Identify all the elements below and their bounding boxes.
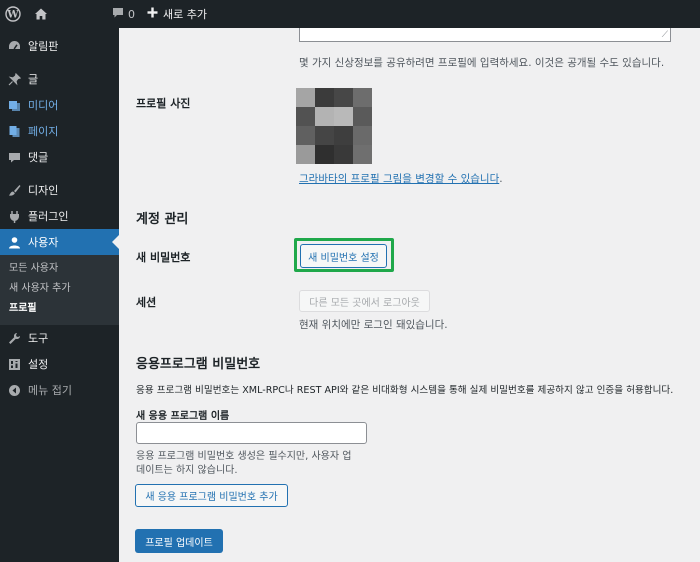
account-management-heading: 계정 관리 bbox=[136, 212, 189, 227]
avatar-pixel bbox=[315, 126, 334, 145]
menu-media[interactable]: 미디어 bbox=[0, 92, 119, 118]
new-content-label: 새로 추가 bbox=[163, 8, 207, 21]
menu-dashboard[interactable]: 알림판 bbox=[0, 33, 119, 59]
comments-link[interactable]: 0 bbox=[112, 0, 135, 28]
avatar-pixel bbox=[296, 88, 315, 107]
avatar-pixel bbox=[334, 126, 353, 145]
menu-users[interactable]: 사용자 bbox=[0, 229, 119, 255]
avatar bbox=[296, 88, 372, 164]
comment-icon bbox=[7, 150, 21, 164]
biographical-info-textarea[interactable]: ⟋ bbox=[299, 28, 671, 42]
profile-photo-label: 프로필 사진 bbox=[136, 97, 191, 110]
svg-text:W: W bbox=[6, 10, 19, 21]
plugin-icon bbox=[7, 209, 21, 223]
set-new-password-button[interactable]: 새 비밀번호 설정 bbox=[300, 244, 387, 268]
avatar-pixel bbox=[353, 88, 372, 107]
gravatar-link[interactable]: 그라바타의 프로필 그림을 변경할 수 있습니다 bbox=[299, 173, 499, 185]
menu-appearance[interactable]: 디자인 bbox=[0, 177, 119, 203]
new-content-link[interactable]: 새로 추가 bbox=[147, 0, 207, 28]
menu-label: 알림판 bbox=[28, 40, 59, 53]
collapse-icon bbox=[7, 383, 21, 397]
application-help-line-1: 응용 프로그램 비밀번호 생성은 필수지만, 사용자 업 bbox=[136, 451, 352, 462]
brush-icon bbox=[7, 183, 21, 197]
avatar-pixel bbox=[334, 145, 353, 164]
resize-grip-icon[interactable]: ⟋ bbox=[662, 31, 668, 40]
add-application-password-button[interactable]: 새 응용 프로그램 비밀번호 추가 bbox=[135, 484, 288, 507]
menu-label: 설정 bbox=[28, 358, 49, 371]
application-passwords-description: 응용 프로그램 비밀번호는 XML-RPC나 REST API와 같은 비대화형… bbox=[136, 385, 674, 396]
avatar-pixel bbox=[315, 145, 334, 164]
menu-collapse[interactable]: 메뉴 접기 bbox=[0, 377, 119, 403]
media-icon bbox=[7, 98, 21, 112]
submenu-add-new-user[interactable]: 새 사용자 추가 bbox=[0, 279, 119, 299]
page-icon bbox=[7, 124, 21, 138]
application-help-line-2: 데이트는 하지 않습니다. bbox=[136, 465, 238, 476]
menu-label: 페이지 bbox=[28, 125, 59, 138]
comment-bubble-icon bbox=[112, 7, 124, 22]
avatar-pixel bbox=[353, 145, 372, 164]
dashboard-icon bbox=[7, 39, 21, 53]
user-icon bbox=[7, 235, 21, 249]
settings-icon bbox=[7, 357, 21, 371]
admin-bar: W 0 새로 추가 bbox=[0, 0, 700, 28]
gravatar-suffix: . bbox=[499, 173, 503, 185]
menu-posts[interactable]: 글 bbox=[0, 66, 119, 92]
new-password-label: 새 비밀번호 bbox=[136, 251, 191, 264]
menu-label: 메뉴 접기 bbox=[28, 384, 72, 397]
avatar-pixel bbox=[353, 107, 372, 126]
menu-plugins[interactable]: 플러그인 bbox=[0, 203, 119, 229]
avatar-pixel bbox=[334, 107, 353, 126]
avatar-pixel bbox=[296, 107, 315, 126]
wrench-icon bbox=[7, 331, 21, 345]
submenu-all-users[interactable]: 모든 사용자 bbox=[0, 259, 119, 279]
pin-icon bbox=[7, 72, 21, 86]
new-application-name-input[interactable] bbox=[136, 422, 367, 444]
plus-icon bbox=[147, 7, 158, 21]
application-passwords-heading: 응용프로그램 비밀번호 bbox=[136, 357, 261, 372]
sessions-description: 현재 위치에만 로그인 돼있습니다. bbox=[299, 319, 448, 331]
users-submenu: 모든 사용자 새 사용자 추가 프로필 bbox=[0, 255, 119, 325]
menu-label: 미디어 bbox=[28, 99, 59, 112]
comment-count: 0 bbox=[128, 7, 135, 21]
menu-settings[interactable]: 설정 bbox=[0, 351, 119, 377]
menu-label: 플러그인 bbox=[28, 210, 69, 223]
admin-sidebar: 알림판 글 미디어 페이지 댓글 디자인 플러그인 사용자 모든 사용자 새 사… bbox=[0, 28, 119, 562]
update-profile-button[interactable]: 프로필 업데이트 bbox=[135, 529, 223, 553]
gravatar-note: 그라바타의 프로필 그림을 변경할 수 있습니다. bbox=[299, 171, 503, 186]
menu-tools[interactable]: 도구 bbox=[0, 325, 119, 351]
profile-form: ⟋ 몇 가지 신상정보를 공유하려면 프로필에 입력하세요. 이것은 공개될 수… bbox=[119, 28, 700, 562]
avatar-pixel bbox=[315, 88, 334, 107]
submenu-profile[interactable]: 프로필 bbox=[0, 299, 119, 319]
bio-description: 몇 가지 신상정보를 공유하려면 프로필에 입력하세요. 이것은 공개될 수도 … bbox=[299, 57, 665, 69]
menu-label: 디자인 bbox=[28, 184, 59, 197]
home-icon[interactable] bbox=[28, 0, 54, 28]
menu-label: 글 bbox=[28, 73, 39, 86]
menu-label: 댓글 bbox=[28, 151, 49, 164]
avatar-pixel bbox=[353, 126, 372, 145]
new-application-name-label: 새 응용 프로그램 이름 bbox=[136, 411, 230, 422]
menu-label: 도구 bbox=[28, 332, 49, 345]
menu-pages[interactable]: 페이지 bbox=[0, 118, 119, 144]
wordpress-logo-icon[interactable]: W bbox=[0, 0, 26, 28]
avatar-pixel bbox=[334, 88, 353, 107]
menu-comments[interactable]: 댓글 bbox=[0, 144, 119, 170]
sessions-label: 세션 bbox=[136, 296, 157, 309]
avatar-pixel bbox=[296, 126, 315, 145]
logout-everywhere-button[interactable]: 다른 모든 곳에서 로그아웃 bbox=[299, 290, 430, 312]
avatar-pixel bbox=[315, 107, 334, 126]
menu-label: 사용자 bbox=[28, 236, 59, 249]
avatar-pixel bbox=[296, 145, 315, 164]
